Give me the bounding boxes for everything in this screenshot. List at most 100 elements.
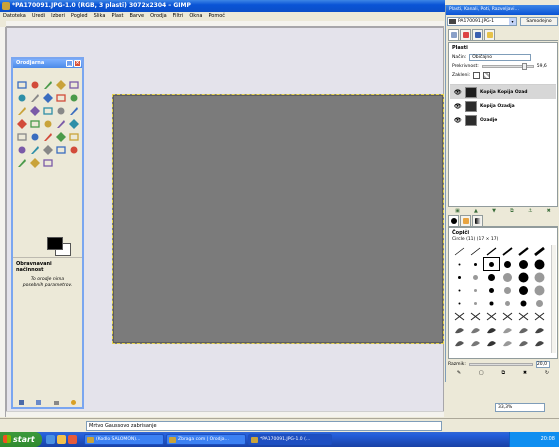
new-brush-icon[interactable]: ▢ (479, 370, 484, 379)
opacity-value[interactable]: 59,6 (537, 64, 547, 69)
brush-item[interactable] (452, 258, 467, 270)
brush-item[interactable] (484, 245, 499, 257)
brush-item[interactable] (532, 310, 547, 322)
brush-item[interactable] (532, 258, 547, 270)
layer-row[interactable]: 👁 Ozadje (450, 113, 556, 127)
tab-brushes[interactable] (448, 215, 459, 226)
brush-item[interactable] (452, 297, 467, 309)
tab-layers[interactable] (448, 29, 459, 40)
perspective-clone-icon[interactable] (68, 144, 80, 156)
brush-item[interactable] (532, 271, 547, 283)
taskbar-item[interactable]: Zbraga com | Orodja… (166, 434, 246, 445)
zoom-select[interactable]: 33,3% (495, 403, 545, 412)
foreground-select-icon[interactable] (29, 92, 41, 104)
brush-item[interactable] (500, 323, 515, 335)
brush-item[interactable] (452, 271, 467, 283)
free-select-icon[interactable] (42, 79, 54, 91)
restore-options-icon[interactable] (35, 399, 42, 406)
brush-item[interactable] (516, 245, 531, 257)
menu-layer[interactable]: Plast (111, 12, 123, 21)
eye-icon[interactable]: 👁 (454, 117, 462, 123)
reset-options-icon[interactable] (70, 399, 77, 406)
tab-undo[interactable] (484, 29, 495, 40)
brush-item[interactable] (468, 271, 483, 283)
edit-brush-icon[interactable]: ✎ (457, 370, 461, 379)
opacity-slider[interactable] (481, 63, 534, 70)
blur-icon[interactable] (16, 157, 28, 169)
brush-item[interactable] (484, 310, 499, 322)
brush-item[interactable] (532, 284, 547, 296)
spacing-slider[interactable] (468, 362, 533, 366)
toolbox-titlebar[interactable]: Orodjarna _ × (13, 59, 82, 68)
brush-item[interactable] (452, 284, 467, 296)
brush-item[interactable] (500, 258, 515, 270)
brush-item[interactable] (452, 310, 467, 322)
menu-colors[interactable]: Barve (129, 12, 144, 21)
align-icon[interactable] (42, 105, 54, 117)
tab-gradients[interactable] (472, 215, 483, 226)
refresh-brushes-icon[interactable]: ↻ (545, 370, 549, 379)
color-select-icon[interactable] (68, 79, 80, 91)
brush-item[interactable] (484, 297, 499, 309)
duplicate-brush-icon[interactable]: ⧉ (501, 370, 505, 379)
spacing-value[interactable]: 20,0 (535, 360, 550, 368)
brush-item[interactable] (468, 297, 483, 309)
browser-icon[interactable] (46, 435, 55, 444)
dock-titlebar[interactable]: Plasti, Kanali, Poti, Razveljavi… (446, 5, 559, 15)
brush-item[interactable] (500, 284, 515, 296)
brush-item[interactable] (516, 310, 531, 322)
color-picker-icon[interactable] (55, 92, 67, 104)
taskbar-item[interactable]: (Kodlo SALOMON)… (84, 434, 164, 445)
auto-button[interactable]: Samodejno (520, 17, 558, 26)
eraser-icon[interactable] (68, 131, 80, 143)
brush-item[interactable] (500, 271, 515, 283)
lock-pixels-checkbox[interactable] (473, 72, 481, 79)
taskbar-item[interactable]: *PA170091.JPG-1.0 (… (248, 434, 332, 445)
brush-item[interactable] (532, 323, 547, 335)
menu-help[interactable]: Pomoč (208, 12, 225, 21)
brush-item[interactable] (468, 310, 483, 322)
folder-icon[interactable] (57, 435, 66, 444)
scale-icon[interactable] (16, 118, 28, 130)
brush-item[interactable] (500, 297, 515, 309)
blend-icon[interactable] (29, 131, 41, 143)
brushes-scrollbar[interactable] (551, 245, 556, 353)
zoom-icon[interactable] (68, 92, 80, 104)
brush-item[interactable] (500, 336, 515, 348)
menu-file[interactable]: Datoteka (3, 12, 26, 21)
smudge-icon[interactable] (29, 157, 41, 169)
paths-icon[interactable] (42, 92, 54, 104)
eye-icon[interactable]: 👁 (454, 103, 462, 109)
mode-select[interactable]: Običajno (469, 54, 532, 61)
scissors-icon[interactable] (16, 92, 28, 104)
lock-alpha-checkbox[interactable] (483, 72, 491, 79)
tab-channels[interactable] (460, 29, 471, 40)
delete-brush-icon[interactable]: ✖ (523, 370, 527, 379)
brush-item[interactable] (516, 271, 531, 283)
perspective-icon[interactable] (42, 118, 54, 130)
save-options-icon[interactable] (18, 399, 25, 406)
brush-item[interactable] (532, 245, 547, 257)
rect-select-icon[interactable] (16, 79, 28, 91)
clone-icon[interactable] (42, 144, 54, 156)
brush-item[interactable] (516, 284, 531, 296)
tab-paths[interactable] (472, 29, 483, 40)
delete-options-icon[interactable] (53, 399, 60, 406)
start-button[interactable]: start (0, 432, 42, 447)
menu-select[interactable]: Izberi (51, 12, 65, 21)
flip-icon[interactable] (55, 118, 67, 130)
brush-item[interactable] (500, 310, 515, 322)
brush-item[interactable] (452, 336, 467, 348)
fuzzy-select-icon[interactable] (55, 79, 67, 91)
layer-row[interactable]: 👁 Kopija Ozadja (450, 99, 556, 113)
image-canvas[interactable] (112, 94, 444, 344)
opacity-slider-handle[interactable] (521, 63, 527, 70)
brush-item[interactable] (484, 336, 499, 348)
crop-icon[interactable] (55, 105, 67, 117)
rotate-icon[interactable] (68, 105, 80, 117)
clock[interactable]: 20:08 (541, 436, 555, 442)
menu-edit[interactable]: Uredi (32, 12, 45, 21)
brush-item[interactable] (532, 336, 547, 348)
close-icon[interactable]: × (74, 60, 81, 67)
brush-item[interactable] (500, 245, 515, 257)
